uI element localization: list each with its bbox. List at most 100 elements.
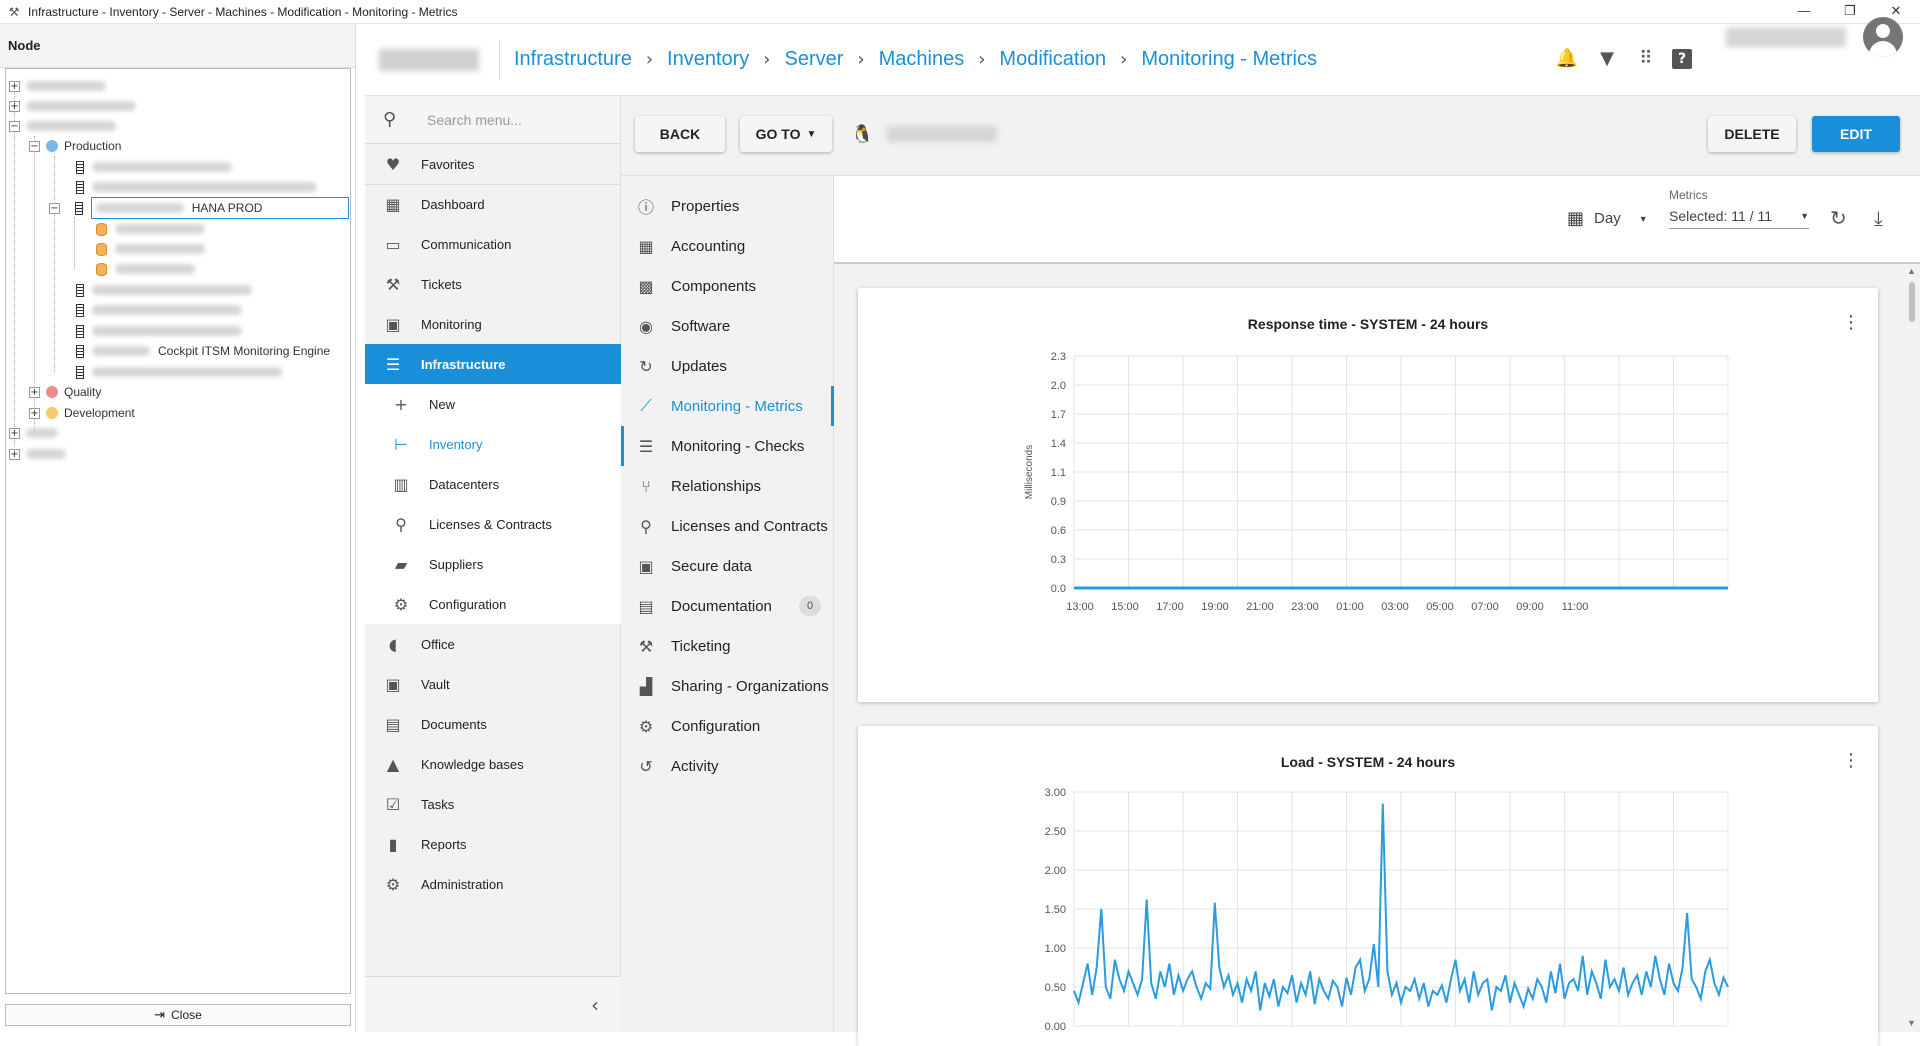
menu-item-knowledge-bases[interactable]: ▲ Knowledge bases bbox=[365, 744, 621, 784]
tree-node[interactable]: + bbox=[9, 96, 136, 116]
menu-item-reports[interactable]: ▮ Reports bbox=[365, 824, 621, 864]
selected-node[interactable]: HANA PROD bbox=[90, 197, 349, 219]
tree-node-database[interactable] bbox=[96, 259, 195, 279]
section-licenses[interactable]: ⚲ Licenses and Contracts bbox=[621, 506, 834, 546]
filter-icon[interactable]: ▼ bbox=[1594, 46, 1620, 72]
menu-item-infrastructure[interactable]: ☰ Infrastructure bbox=[365, 344, 621, 384]
tree-node-label: Quality bbox=[64, 385, 102, 399]
node-tree[interactable]: + + − − Production − HANA PROD Cockpit ITS… bbox=[5, 68, 351, 994]
section-updates[interactable]: ↻ Updates bbox=[621, 346, 834, 386]
expand-icon[interactable]: + bbox=[9, 448, 20, 460]
collapse-icon[interactable]: − bbox=[29, 140, 40, 152]
breadcrumb-monitoring-metrics[interactable]: Monitoring - Metrics bbox=[1141, 48, 1317, 71]
tree-node-server[interactable] bbox=[76, 362, 282, 382]
menu-item-administration[interactable]: ⚙ Administration bbox=[365, 864, 621, 904]
edit-button[interactable]: EDIT bbox=[1812, 116, 1900, 152]
refresh-icon[interactable]: ↻ bbox=[1830, 206, 1847, 230]
menu-item-favorites[interactable]: ♥ Favorites bbox=[365, 144, 621, 184]
goto-button[interactable]: GO TO ▼ bbox=[740, 116, 832, 152]
maximize-button[interactable]: ❐ bbox=[1827, 0, 1873, 24]
delete-button[interactable]: DELETE bbox=[1708, 116, 1796, 152]
section-components[interactable]: ▩ Components bbox=[621, 266, 834, 306]
section-accounting[interactable]: ▦ Accounting bbox=[621, 226, 834, 266]
section-monitoring-checks[interactable]: ☰ Monitoring - Checks bbox=[621, 426, 834, 466]
menu-item-datacenters[interactable]: ▥ Datacenters bbox=[365, 464, 621, 504]
close-tree-button[interactable]: ⇥ Close bbox=[5, 1004, 351, 1026]
expand-icon[interactable]: + bbox=[9, 100, 20, 112]
expand-icon[interactable]: + bbox=[29, 407, 40, 419]
back-button[interactable]: BACK bbox=[635, 116, 725, 152]
server-icon bbox=[74, 201, 83, 215]
x-tick-label: 07:00 bbox=[1471, 601, 1499, 613]
tree-node-quality[interactable]: + Quality bbox=[29, 382, 101, 402]
menu-item-office[interactable]: ◖ Office bbox=[365, 624, 621, 664]
menu-item-configuration[interactable]: ⚙ Configuration bbox=[365, 584, 621, 624]
scroll-down-icon[interactable]: ▼ bbox=[1907, 1018, 1916, 1028]
collapse-icon[interactable]: − bbox=[49, 202, 60, 214]
tree-node-database[interactable] bbox=[96, 239, 205, 259]
content-scrollbar[interactable]: ▲ ▼ bbox=[1904, 264, 1920, 1032]
breadcrumb-server[interactable]: Server bbox=[785, 48, 844, 71]
tree-node-server[interactable]: Cockpit ITSM Monitoring Engine bbox=[76, 341, 330, 361]
breadcrumb-inventory[interactable]: Inventory bbox=[667, 48, 749, 71]
calculator-icon: ▦ bbox=[638, 236, 654, 256]
tree-node[interactable]: + bbox=[9, 423, 58, 443]
period-select[interactable]: ▦ Day ▼ bbox=[1567, 208, 1648, 229]
section-relationships[interactable]: ⑂ Relationships bbox=[621, 466, 834, 506]
section-documentation[interactable]: ▤ Documentation 0 bbox=[621, 586, 834, 626]
help-icon[interactable]: ? bbox=[1672, 49, 1692, 69]
menu-item-monitoring[interactable]: ▣ Monitoring bbox=[365, 304, 621, 344]
tree-node-server[interactable] bbox=[76, 321, 242, 341]
section-secure-data[interactable]: ▣ Secure data bbox=[621, 546, 834, 586]
menu-search[interactable]: ⚲ Search menu... bbox=[365, 96, 620, 144]
menu-item-suppliers[interactable]: ▰ Suppliers bbox=[365, 544, 621, 584]
scroll-thumb[interactable] bbox=[1909, 282, 1915, 322]
tree-node-hana-prod[interactable]: − HANA PROD bbox=[49, 197, 349, 219]
section-sharing-organizations[interactable]: ▟ Sharing - Organizations bbox=[621, 666, 834, 706]
menu-item-new[interactable]: + New bbox=[365, 384, 621, 424]
menu-item-licenses[interactable]: ⚲ Licenses & Contracts bbox=[365, 504, 621, 544]
expand-icon[interactable]: + bbox=[9, 427, 20, 439]
section-software[interactable]: ◉ Software bbox=[621, 306, 834, 346]
menu-item-tickets[interactable]: ⚒ Tickets bbox=[365, 264, 621, 304]
tree-node[interactable]: − bbox=[9, 116, 116, 136]
vault-icon: ▣ bbox=[385, 674, 401, 694]
tree-node-database[interactable] bbox=[96, 219, 205, 239]
menu-item-documents[interactable]: ▤ Documents bbox=[365, 704, 621, 744]
tree-node-production[interactable]: − Production bbox=[29, 136, 121, 156]
menu-label: Licenses & Contracts bbox=[429, 516, 552, 532]
breadcrumb-infrastructure[interactable]: Infrastructure bbox=[514, 48, 632, 71]
tree-node-server[interactable] bbox=[76, 177, 317, 197]
breadcrumb-modification[interactable]: Modification bbox=[999, 48, 1106, 71]
collapse-icon[interactable]: − bbox=[9, 120, 20, 132]
tree-node-server[interactable] bbox=[76, 300, 242, 320]
search-input[interactable]: Search menu... bbox=[427, 112, 522, 128]
metrics-select[interactable]: Metrics Selected: 11 / 11 ▼ bbox=[1669, 188, 1809, 229]
expand-icon[interactable]: + bbox=[9, 80, 20, 92]
tree-node[interactable]: + bbox=[9, 76, 106, 96]
section-ticketing[interactable]: ⚒ Ticketing bbox=[621, 626, 834, 666]
breadcrumb-machines[interactable]: Machines bbox=[879, 48, 965, 71]
section-configuration[interactable]: ⚙ Configuration bbox=[621, 706, 834, 746]
menu-item-vault[interactable]: ▣ Vault bbox=[365, 664, 621, 704]
scroll-up-icon[interactable]: ▲ bbox=[1907, 266, 1916, 276]
expand-icon[interactable]: + bbox=[29, 386, 40, 398]
bell-icon[interactable]: 🔔 bbox=[1554, 46, 1580, 72]
section-properties[interactable]: ⓘ Properties bbox=[621, 186, 834, 226]
tree-node[interactable]: + bbox=[9, 444, 66, 464]
section-monitoring-metrics[interactable]: ⟋ Monitoring - Metrics bbox=[621, 386, 834, 426]
menu-item-tasks[interactable]: ☑ Tasks bbox=[365, 784, 621, 824]
menu-item-inventory[interactable]: ⊢ Inventory bbox=[365, 424, 621, 464]
download-icon[interactable]: ⤓ bbox=[1874, 206, 1883, 230]
tree-node-server[interactable] bbox=[76, 280, 252, 300]
tree-node-server[interactable] bbox=[76, 157, 232, 177]
menu-item-dashboard[interactable]: ▦ Dashboard bbox=[365, 184, 621, 224]
window-titlebar: ⚒ Infrastructure - Inventory - Server - … bbox=[0, 0, 1920, 24]
collapse-menu-button[interactable]: ‹ bbox=[365, 976, 621, 1032]
avatar[interactable] bbox=[1863, 17, 1903, 57]
minimize-button[interactable]: — bbox=[1781, 0, 1827, 24]
section-activity[interactable]: ↺ Activity bbox=[621, 746, 834, 786]
apps-grid-icon[interactable]: ⠿ bbox=[1633, 46, 1659, 72]
tree-node-development[interactable]: + Development bbox=[29, 403, 135, 423]
menu-item-communication[interactable]: ▭ Communication bbox=[365, 224, 621, 264]
